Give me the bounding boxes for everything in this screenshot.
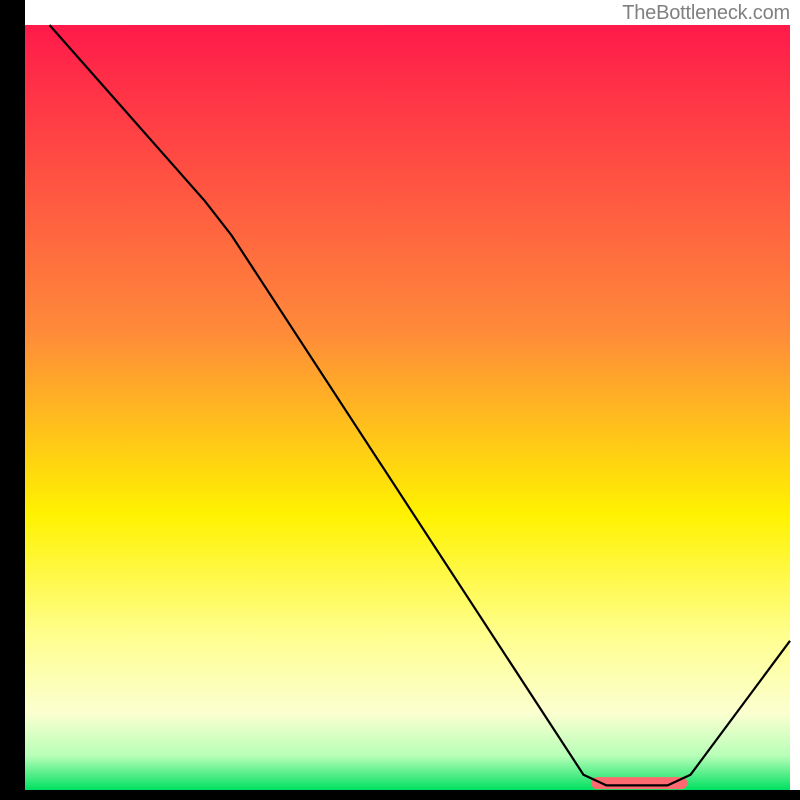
bottleneck-chart	[0, 0, 800, 800]
plot-background	[25, 25, 790, 790]
axis-left	[0, 0, 25, 800]
axis-bottom	[0, 790, 800, 800]
chart-wrapper: { "attribution": "TheBottleneck.com", "c…	[0, 0, 800, 800]
